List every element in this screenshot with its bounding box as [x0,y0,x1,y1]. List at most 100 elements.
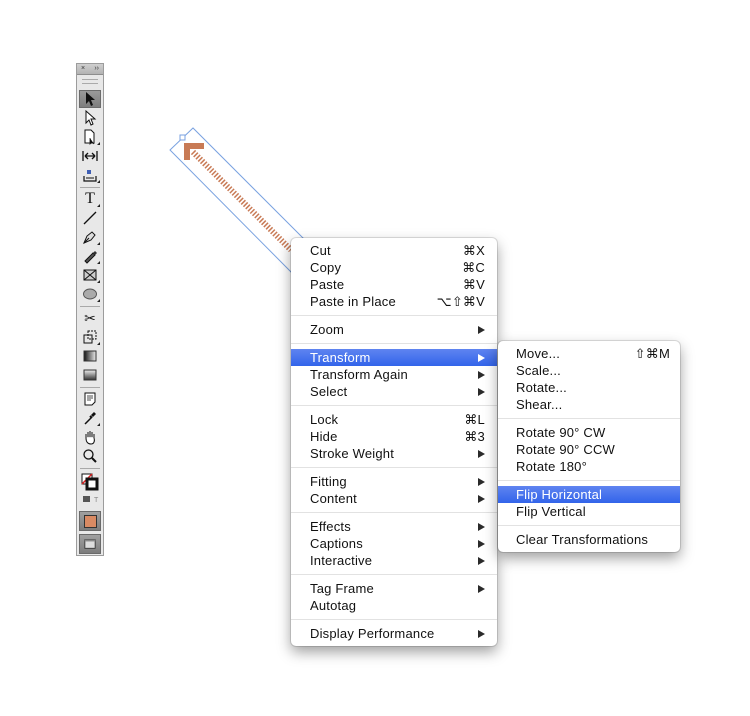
menu-separator [291,574,497,575]
scissors-tool[interactable]: ✂ [79,309,101,327]
line-tool[interactable] [79,209,101,227]
menu-item-autotag[interactable]: Autotag [291,597,497,614]
panel-grip[interactable] [82,79,98,84]
menu-item-select[interactable]: Select [291,383,497,400]
menu-separator [498,525,680,526]
close-panel-icon[interactable]: × [81,64,85,74]
menu-separator [291,343,497,344]
menu-item-copy[interactable]: Copy ⌘C [291,259,497,276]
menu-item-rotate-90-ccw[interactable]: Rotate 90° CCW [498,441,680,458]
submenu-arrow-icon [478,325,485,334]
content-collector-tool[interactable] [79,166,101,184]
hand-tool[interactable] [79,428,101,446]
submenu-arrow-icon [478,477,485,486]
menu-item-hide[interactable]: Hide ⌘3 [291,428,497,445]
menu-item-transform[interactable]: Transform [291,349,497,366]
menu-item-transform-again[interactable]: Transform Again [291,366,497,383]
page-tool[interactable] [79,128,101,146]
screen-mode-button[interactable] [79,534,101,554]
menu-item-paste[interactable]: Paste ⌘V [291,276,497,293]
menu-item-label: Scale... [516,363,561,378]
menu-item-clear-transformations[interactable]: Clear Transformations [498,531,680,548]
menu-item-label: Tag Frame [310,581,374,596]
rectangle-frame-icon [83,269,97,281]
rectangle-frame-tool[interactable] [79,266,101,284]
formatting-affects-container[interactable] [79,511,101,531]
submenu-arrow-icon [478,629,485,638]
eyedropper-tool[interactable] [79,409,101,427]
menu-item-label: Autotag [310,598,357,613]
menu-item-rotate-180[interactable]: Rotate 180° [498,458,680,475]
menu-item-label: Content [310,491,357,506]
free-transform-tool[interactable] [79,328,101,346]
note-tool[interactable] [79,390,101,408]
screen-mode-icon [84,539,96,549]
menu-item-scale[interactable]: Scale... [498,362,680,379]
zoom-tool[interactable] [79,447,101,465]
menu-item-label: Transform Again [310,367,408,382]
menu-item-label: Clear Transformations [516,532,649,547]
menu-item-stroke-weight[interactable]: Stroke Weight [291,445,497,462]
menu-item-label: Shear... [516,397,563,412]
menu-item-fitting[interactable]: Fitting [291,473,497,490]
menu-separator [498,480,680,481]
menu-item-captions[interactable]: Captions [291,535,497,552]
gradient-feather-tool[interactable] [79,366,101,384]
menu-item-label: Hide [310,429,338,444]
submenu-arrow-icon [478,556,485,565]
menu-separator [291,619,497,620]
fill-stroke-control[interactable] [79,471,101,493]
tool-flyout-indicator [97,261,100,264]
menu-item-label: Move... [516,346,561,361]
menu-item-label: Display Performance [310,626,435,641]
type-tool[interactable]: T [79,190,101,208]
tool-flyout-indicator [97,142,100,145]
tool-flyout-indicator [97,280,100,283]
menu-item-lock[interactable]: Lock ⌘L [291,411,497,428]
menu-item-content[interactable]: Content [291,490,497,507]
menu-item-rotate-90-cw[interactable]: Rotate 90° CW [498,424,680,441]
menu-item-flip-horizontal[interactable]: Flip Horizontal [498,486,680,503]
container-swatch-icon [83,514,97,528]
collapse-panel-icon[interactable]: ›› [94,64,99,74]
gap-icon [82,151,98,161]
menu-separator [291,405,497,406]
menu-item-tag-frame[interactable]: Tag Frame [291,580,497,597]
menu-item-shortcut: ⌥⇧⌘V [436,294,485,309]
menu-item-label: Paste [310,277,345,292]
free-transform-icon [83,330,97,344]
gap-tool[interactable] [79,147,101,165]
tool-flyout-indicator [97,204,100,207]
menu-item-label: Copy [310,260,342,275]
menu-item-display-performance[interactable]: Display Performance [291,625,497,642]
menu-separator [291,315,497,316]
menu-item-label: Cut [310,243,331,258]
context-menu: Cut ⌘X Copy ⌘C Paste ⌘V Paste in Place ⌥… [291,238,497,646]
line-icon [83,211,97,225]
transform-submenu: Move... ⇧⌘M Scale... Rotate... Shear... … [498,341,680,552]
menu-item-zoom[interactable]: Zoom [291,321,497,338]
menu-item-flip-vertical[interactable]: Flip Vertical [498,503,680,520]
tools-panel-titlebar[interactable]: × ›› [77,64,103,75]
gradient-swatch-tool[interactable] [79,347,101,365]
selection-tool[interactable] [79,90,101,108]
submenu-arrow-icon [478,370,485,379]
menu-item-label: Effects [310,519,351,534]
menu-item-cut[interactable]: Cut ⌘X [291,242,497,259]
submenu-arrow-icon [478,494,485,503]
pencil-tool[interactable] [79,247,101,265]
menu-item-effects[interactable]: Effects [291,518,497,535]
menu-item-rotate[interactable]: Rotate... [498,379,680,396]
ellipse-tool[interactable] [79,285,101,303]
menu-item-shear[interactable]: Shear... [498,396,680,413]
pen-tool[interactable] [79,228,101,246]
menu-item-move[interactable]: Move... ⇧⌘M [498,345,680,362]
direct-selection-tool[interactable] [79,109,101,127]
default-colors-control[interactable]: T [79,493,101,505]
scissors-icon: ✂ [84,309,96,326]
menu-item-paste-in-place[interactable]: Paste in Place ⌥⇧⌘V [291,293,497,310]
menu-item-label: Flip Horizontal [516,487,603,502]
menu-item-interactive[interactable]: Interactive [291,552,497,569]
content-collector-icon [83,170,97,182]
selection-handle[interactable] [179,134,186,141]
